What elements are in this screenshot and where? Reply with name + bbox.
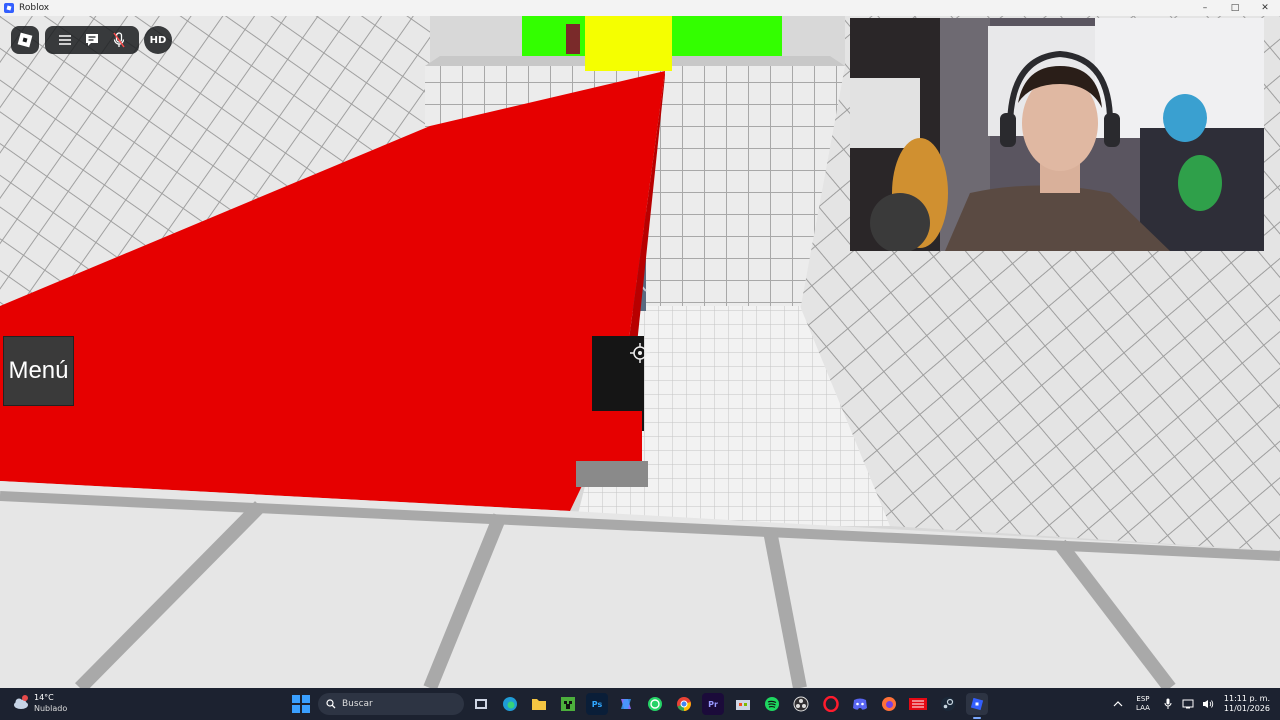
chrome-icon[interactable] [673, 693, 695, 715]
taskbar-search-box[interactable]: Buscar [318, 693, 464, 715]
opera-icon[interactable] [820, 693, 842, 715]
webcam-feed-image [850, 18, 1264, 251]
taskbar-clock[interactable]: 11:11 p. m. 11/01/2026 [1224, 694, 1270, 714]
edge-icon[interactable] [499, 693, 521, 715]
search-placeholder: Buscar [342, 699, 373, 709]
photoshop-icon[interactable]: Ps [586, 693, 608, 715]
whatsapp-icon[interactable] [644, 693, 666, 715]
maximize-button[interactable]: □ [1220, 0, 1250, 16]
system-tray: ESP LAA 11:11 p. m. 11/01/2026 [1108, 688, 1280, 720]
clock-date: 11/01/2026 [1223, 704, 1270, 713]
hud-toolbar [45, 26, 139, 54]
minecraft-icon[interactable] [557, 693, 579, 715]
file-explorer-icon[interactable] [528, 693, 550, 715]
volume-icon[interactable] [1201, 697, 1215, 711]
close-button[interactable]: ✕ [1250, 0, 1280, 16]
task-view-icon[interactable] [470, 693, 492, 715]
chevron-up-icon[interactable] [1111, 697, 1125, 711]
game-viewport[interactable]: HD Menú [0, 16, 1280, 688]
weather-condition: Nublado [34, 704, 68, 713]
weather-temperature: 14°C [34, 693, 54, 702]
input-language[interactable]: ESP LAA [1136, 695, 1150, 713]
clock-time: 11:11 p. m. [1223, 694, 1270, 703]
roblox-app-icon [4, 3, 14, 13]
cloud-weather-icon [12, 694, 30, 712]
language-code: ESP [1136, 695, 1150, 703]
keyboard-layout: LAA [1136, 704, 1150, 712]
obs-icon[interactable] [790, 693, 812, 715]
hamburger-menu-icon[interactable] [54, 29, 76, 51]
roblox-taskbar-icon[interactable] [966, 693, 988, 719]
network-icon[interactable] [1181, 697, 1195, 711]
weather-widget[interactable]: 14°C Nublado [12, 692, 67, 714]
windows-taskbar: 14°C Nublado Buscar Ps Pr ESP LAA 11:11 … [0, 688, 1280, 720]
minimize-button[interactable]: – [1190, 0, 1220, 16]
hd-button[interactable]: HD [144, 26, 172, 54]
search-icon [326, 699, 336, 709]
firefox-icon[interactable] [878, 693, 900, 715]
steam-icon[interactable] [937, 693, 959, 715]
microphone-icon[interactable] [1161, 697, 1175, 711]
spotify-icon[interactable] [761, 693, 783, 715]
roblox-logo-icon [17, 32, 33, 48]
window-titlebar: Roblox – □ ✕ [0, 0, 1280, 16]
webcam-overlay [850, 18, 1264, 251]
game-menu-button[interactable]: Menú [3, 336, 74, 406]
windows-start-button[interactable] [292, 695, 310, 713]
crosshair-icon [630, 343, 650, 363]
roblox-menu-button[interactable] [11, 26, 39, 54]
premiere-icon[interactable]: Pr [702, 693, 724, 715]
microphone-muted-icon[interactable] [108, 29, 130, 51]
chat-icon[interactable] [81, 29, 103, 51]
copilot-icon[interactable] [615, 693, 637, 715]
window-title: Roblox [19, 3, 50, 13]
microsoft-store-icon[interactable] [732, 693, 754, 715]
netflix-icon[interactable] [907, 693, 929, 715]
discord-icon[interactable] [849, 693, 871, 715]
